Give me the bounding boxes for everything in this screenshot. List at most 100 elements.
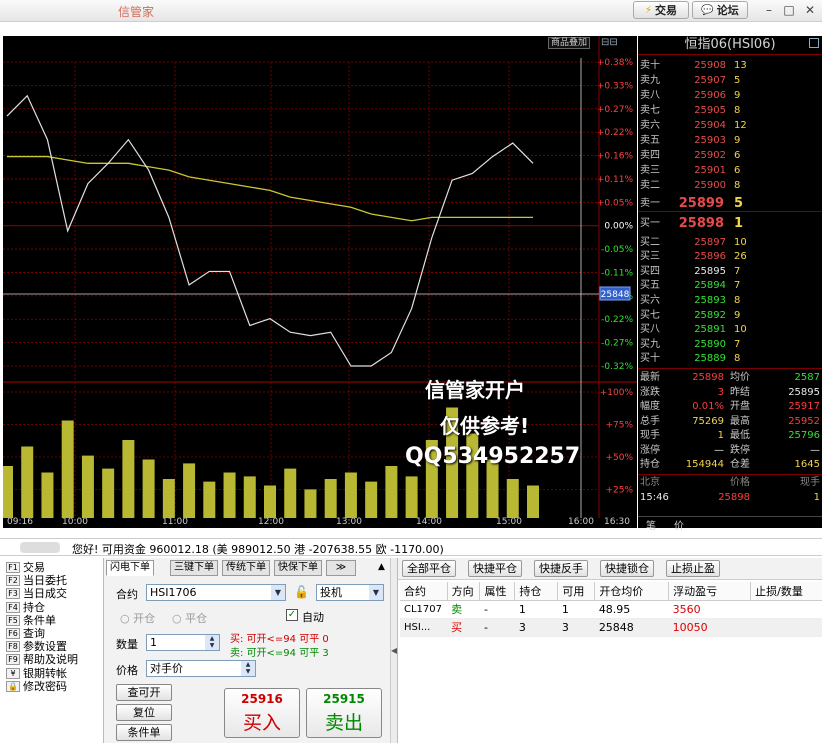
column-header[interactable]: 合约 (400, 582, 448, 601)
menu-item[interactable]: F9 帮助及说明 (6, 653, 78, 666)
contract-select[interactable]: HSI1706 ▼ (146, 584, 286, 601)
forum-button[interactable]: 💬 论坛 (692, 1, 748, 19)
bid-row[interactable]: 买十 25889 8 (638, 351, 808, 366)
ask-row[interactable]: 卖五 25903 9 (638, 133, 808, 148)
query-open-button[interactable]: 查可开 (116, 684, 172, 701)
conditional-order-button[interactable]: 条件单 (116, 724, 172, 741)
chart-window-icons[interactable]: ⊟⊟ (601, 37, 618, 48)
pct-tick-label: +0.38% (597, 58, 634, 68)
volume-bar (344, 472, 357, 518)
bid-row[interactable]: 买三 25896 26 (638, 249, 808, 264)
bid-row[interactable]: 买六 25893 8 (638, 293, 808, 308)
tab-flash-order[interactable]: 闪电下单 (106, 560, 154, 576)
column-header[interactable]: 属性 (479, 582, 516, 601)
ask-row[interactable]: 卖九 25907 5 (638, 73, 808, 88)
ask-row[interactable]: 卖四 25902 6 (638, 148, 808, 163)
bid-row[interactable]: 买一 25898 1 (638, 216, 808, 231)
title-bar: 信管家 ⚡ 交易 💬 论坛 – □ ✕ (0, 0, 822, 22)
menu-item-label: 查询 (23, 627, 45, 640)
reset-button[interactable]: 复位 (116, 704, 172, 721)
quick-close-button[interactable]: 快捷平仓 (468, 560, 522, 577)
sell-button[interactable]: 25915 卖出 (306, 688, 382, 738)
menu-item[interactable]: F3 当日成交 (6, 587, 67, 600)
auto-checkbox[interactable]: ✓ (286, 609, 298, 621)
position-row[interactable]: HSI... 买 -3 3 25848 10050 (400, 618, 822, 637)
commodity-overlay-button[interactable]: 商品叠加 (548, 37, 591, 49)
volume-bar (142, 459, 155, 518)
column-header[interactable]: 止损/数量 (750, 582, 822, 601)
menu-item[interactable]: F1 交易 (6, 561, 45, 574)
ask-row[interactable]: 卖三 25901 6 (638, 163, 808, 178)
lock-icon[interactable]: 🔓 (294, 585, 309, 599)
minimize-button[interactable]: – (760, 2, 778, 18)
ask-row[interactable]: 卖六 25904 12 (638, 118, 808, 133)
stop-loss-profit-button[interactable]: 止损止盈 (666, 560, 720, 577)
time-tick-label: 16:30 (604, 517, 630, 527)
position-cell-dir: 买 (447, 618, 480, 637)
column-header[interactable]: 持仓 (514, 582, 559, 601)
menu-item[interactable]: F6 查询 (6, 627, 45, 640)
menu-item[interactable]: ¥ 银期转帐 (6, 667, 67, 680)
tab-price[interactable]: 价 (674, 517, 684, 532)
quick-reverse-button[interactable]: 快捷反手 (534, 560, 588, 577)
positions-toolbar: 全部平仓 快捷平仓 快捷反手 快捷锁仓 止损止盈 (398, 558, 822, 580)
menu-item[interactable]: 🔒 修改密码 (6, 680, 67, 693)
bid-row[interactable]: 买五 25894 7 (638, 278, 808, 293)
tab-more[interactable]: ≫ (326, 560, 356, 576)
buy-button[interactable]: 25916 买入 (224, 688, 300, 738)
column-header[interactable]: 浮动盈亏 (668, 582, 752, 601)
ask-row[interactable]: 卖七 25905 8 (638, 103, 808, 118)
menu-item[interactable]: F5 条件单 (6, 614, 56, 627)
column-header[interactable]: 开仓均价 (594, 582, 670, 601)
window-icon[interactable] (809, 38, 819, 48)
column-header[interactable]: 可用 (557, 582, 596, 601)
bid-row[interactable]: 买七 25892 9 (638, 308, 808, 323)
hotkey-badge: ¥ (6, 667, 20, 679)
quick-lock-button[interactable]: 快捷锁仓 (600, 560, 654, 577)
tab-classic-order[interactable]: 传统下单 (222, 560, 270, 576)
menu-item[interactable]: F2 当日委托 (6, 574, 67, 587)
time-tick-label: 14:00 (416, 517, 442, 527)
menu-item-label: 修改密码 (23, 679, 67, 693)
collapse-arrow-icon[interactable]: ▲ (378, 562, 385, 572)
close-all-button[interactable]: 全部平仓 (402, 560, 456, 577)
time-tick-label: 11:00 (162, 517, 188, 527)
position-row[interactable]: CL1707 卖 -1 1 48.95 3560 (400, 600, 822, 619)
volume-bar (162, 479, 175, 518)
hedge-select[interactable]: 投机 ▼ (316, 584, 384, 601)
column-header[interactable]: 方向 (447, 582, 481, 601)
menu-item[interactable]: F8 参数设置 (6, 640, 67, 653)
trade-button[interactable]: ⚡ 交易 (633, 1, 689, 19)
ask-row[interactable]: 卖八 25906 9 (638, 88, 808, 103)
close-radio[interactable]: ○ 平仓 (172, 610, 207, 626)
bid-row[interactable]: 买八 25891 10 (638, 322, 808, 337)
quote-panel: 恒指06(HSI06) 卖十 25908 13 卖九 25907 5 卖八 25906 9 卖七 2… (638, 36, 822, 532)
qty-stepper[interactable]: 1 ▲ ▼ (146, 634, 220, 651)
bid-row[interactable]: 买二 25897 10 (638, 235, 808, 250)
hotkey-badge: F5 (6, 614, 20, 626)
close-button[interactable]: ✕ (801, 2, 819, 18)
price-select[interactable]: 对手价 ▲ ▼ (146, 660, 256, 677)
bid-row[interactable]: 买九 25890 7 (638, 337, 808, 352)
ask-row[interactable]: 卖一 25899 5 (638, 196, 808, 211)
position-cell-attr: - (479, 600, 515, 619)
bid-row[interactable]: 买四 25895 7 (638, 264, 808, 279)
volume-bar (405, 476, 418, 518)
position-cell-dir: 卖 (447, 600, 480, 619)
volume-bar (41, 472, 54, 518)
maximize-button[interactable]: □ (780, 2, 798, 18)
stepper-icon[interactable]: ▲ ▼ (241, 661, 255, 676)
tab-ticks[interactable]: 笔 (646, 517, 656, 532)
ask-row[interactable]: 卖二 25900 8 (638, 178, 808, 193)
ask-row[interactable]: 卖十 25908 13 (638, 58, 808, 73)
open-radio[interactable]: ○ 开仓 (120, 610, 155, 626)
menu-item[interactable]: F4 持仓 (6, 601, 45, 614)
pct-tick-label: -0.05% (601, 245, 633, 255)
panel-splitter[interactable]: ◀ (390, 558, 397, 743)
tab-three-key-order[interactable]: 三键下单 (170, 560, 218, 576)
watermark-line3: QQ534952257 (405, 444, 581, 469)
tab-quick-order[interactable]: 快保下单 (274, 560, 322, 576)
ask-bid-divider (638, 211, 822, 212)
volume-bar (81, 455, 94, 518)
stepper-icon[interactable]: ▲ ▼ (205, 635, 219, 650)
